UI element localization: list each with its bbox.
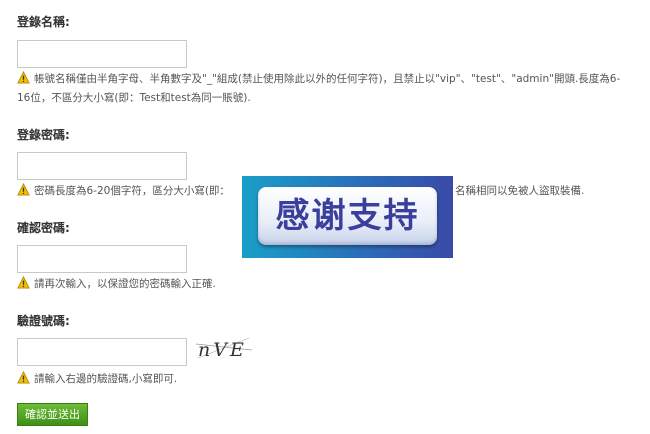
thanks-overlay: 感谢支持 xyxy=(242,176,453,258)
warning-icon xyxy=(17,71,30,84)
confirm-password-input[interactable] xyxy=(17,245,187,273)
submit-button[interactable]: 確認並送出 xyxy=(17,403,88,426)
password-hint-right: 名稱相同以免被人盜取裝備. xyxy=(455,185,585,197)
warning-icon xyxy=(17,183,30,196)
username-hint: 帳號名稱僅由半角字母、半角數字及"_"組成(禁止使用除此以外的任何字符)，且禁止… xyxy=(17,70,645,108)
captcha-hint-text: 請輸入右邊的驗證碼,小寫即可. xyxy=(34,373,178,385)
captcha-text: nVE xyxy=(198,339,247,361)
password-label: 登錄密碼: xyxy=(17,128,70,142)
captcha-label: 驗證號碼: xyxy=(17,314,70,328)
captcha-image[interactable]: nVE xyxy=(194,332,254,364)
username-hint-line2: 16位，不區分大小寫(即：Test和test為同一賬號). xyxy=(17,92,251,104)
warning-icon xyxy=(17,371,30,384)
thanks-overlay-text: 感谢支持 xyxy=(258,187,437,245)
warning-icon xyxy=(17,276,30,289)
captcha-hint: 請輸入右邊的驗證碼,小寫即可. xyxy=(17,370,645,389)
username-hint-line1: 帳號名稱僅由半角字母、半角數字及"_"組成(禁止使用除此以外的任何字符)，且禁止… xyxy=(34,73,621,85)
username-input[interactable] xyxy=(17,40,187,68)
username-label: 登錄名稱: xyxy=(17,15,70,29)
confirm-password-hint-text: 請再次輸入，以保證您的密碼輸入正確. xyxy=(34,278,216,290)
captcha-graphic: nVE xyxy=(195,337,253,361)
captcha-input[interactable] xyxy=(17,338,187,366)
confirm-password-label: 確認密碼: xyxy=(17,221,70,235)
confirm-password-hint: 請再次輸入，以保證您的密碼輸入正確. xyxy=(17,275,645,294)
password-input[interactable] xyxy=(17,152,187,180)
password-hint-left: 密碼長度為6-20個字符，區分大小寫(即： xyxy=(34,185,230,197)
